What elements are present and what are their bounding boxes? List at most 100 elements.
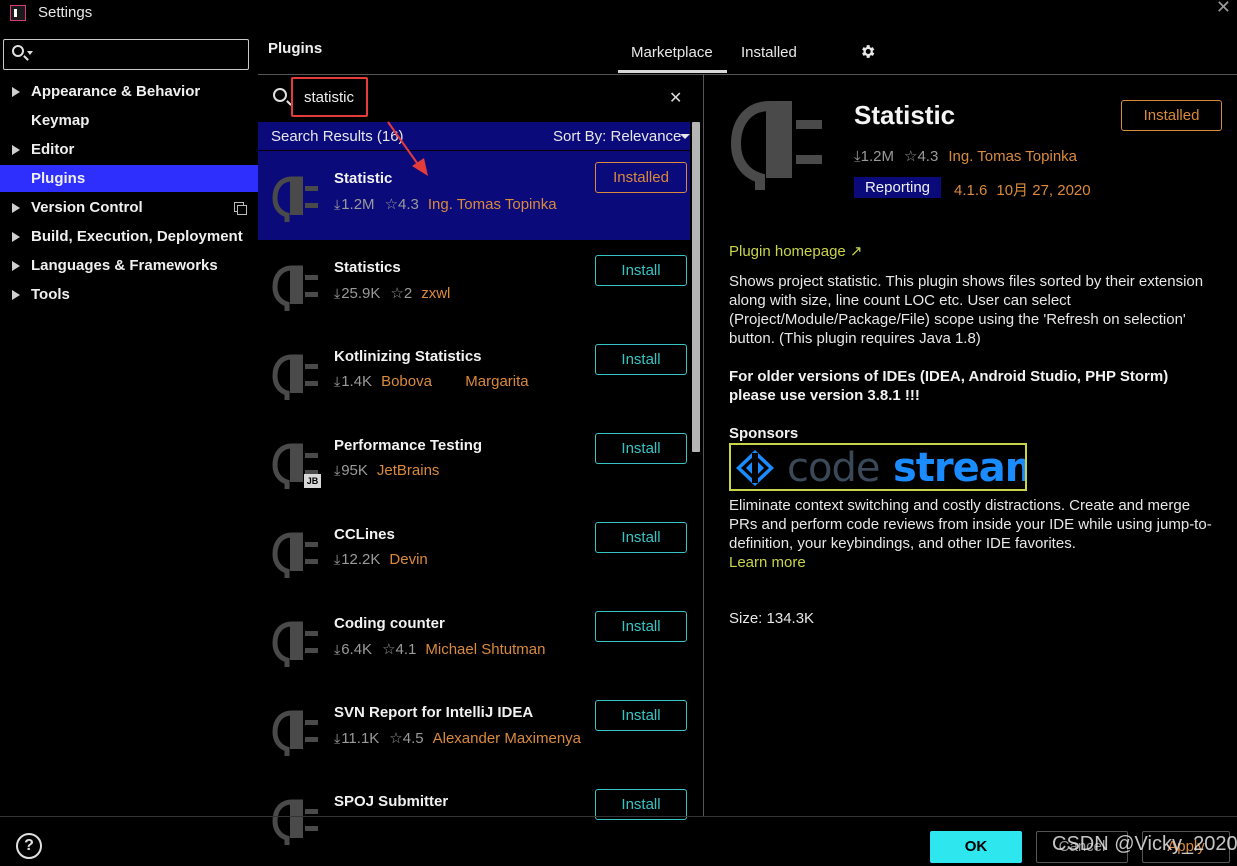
learn-more-link[interactable]: Learn more bbox=[729, 554, 806, 571]
download-count: ⤓12.2K bbox=[334, 551, 381, 568]
plugin-list-item[interactable]: Statistics ⤓25.9K ☆2 zxwl Install bbox=[258, 240, 690, 329]
install-button[interactable]: Install bbox=[595, 611, 687, 642]
version-number: 4.1.6 bbox=[954, 182, 988, 199]
sidebar-item-build-execution-deployment[interactable]: Build, Execution, Deployment bbox=[0, 223, 258, 250]
install-button[interactable]: Install bbox=[595, 522, 687, 553]
plugin-plug-icon bbox=[272, 354, 318, 400]
install-button[interactable]: Install bbox=[595, 433, 687, 464]
plugin-vendor: Bobova Margarita bbox=[381, 373, 529, 390]
plugin-vendor: Alexander Maximenya bbox=[432, 730, 582, 747]
version-info: 4.1.6 10月 27, 2020 bbox=[954, 179, 1091, 200]
sidebar-item-label: Plugins bbox=[31, 170, 86, 187]
sidebar-item-tools[interactable]: Tools bbox=[0, 281, 258, 308]
plugin-list-item[interactable]: Kotlinizing Statistics ⤓1.4K Bobova Margar… bbox=[258, 329, 690, 418]
plugin-vendor: zxwl bbox=[421, 285, 451, 302]
sidebar-item-version-control[interactable]: Version Control bbox=[0, 194, 258, 221]
sidebar-item-label: Appearance & Behavior bbox=[31, 83, 201, 100]
sponsor-banner[interactable]: code stream bbox=[729, 443, 1027, 491]
download-count: ⤓6.4K bbox=[334, 641, 373, 658]
install-button[interactable]: Install bbox=[595, 255, 687, 286]
plugin-plug-icon bbox=[272, 621, 318, 667]
plugin-list-item[interactable]: SVN Report for IntelliJ IDEA ⤓11.1K ☆4.5 Al… bbox=[258, 685, 690, 774]
chevron-down-icon[interactable] bbox=[680, 134, 690, 139]
plugin-homepage-link[interactable]: Plugin homepage ↗ bbox=[729, 242, 863, 260]
sidebar-item-plugins[interactable]: Plugins bbox=[0, 165, 258, 192]
category-tag[interactable]: Reporting bbox=[854, 177, 941, 198]
panel-divider bbox=[703, 75, 704, 816]
dialog-footer: ? OK Cancel Apply CSDN @Vicky_2020 bbox=[0, 816, 1237, 866]
header-divider bbox=[258, 74, 1237, 75]
install-button[interactable]: Install bbox=[595, 700, 687, 731]
chevron-right-icon[interactable] bbox=[12, 145, 20, 155]
plugin-search-input[interactable]: statistic bbox=[304, 89, 354, 106]
download-icon: ⤓ bbox=[334, 462, 341, 478]
plugin-list-item[interactable]: JB Performance Testing ⤓95K JetBrains Instal… bbox=[258, 418, 690, 507]
plugin-name: SPOJ Submitter bbox=[334, 793, 449, 810]
gear-icon[interactable] bbox=[859, 43, 876, 60]
tab-marketplace[interactable]: Marketplace bbox=[631, 44, 713, 61]
detail-installed-button[interactable]: Installed bbox=[1121, 100, 1222, 131]
download-count: ⤓25.9K bbox=[334, 285, 381, 302]
plugin-plug-icon bbox=[272, 710, 318, 756]
plugin-name: CCLines bbox=[334, 526, 395, 543]
settings-search-input[interactable] bbox=[3, 39, 249, 70]
chevron-right-icon[interactable] bbox=[12, 290, 20, 300]
watermark: CSDN @Vicky_2020 bbox=[1052, 833, 1237, 855]
sidebar-item-editor[interactable]: Editor bbox=[0, 136, 258, 163]
sidebar-item-label: Tools bbox=[31, 286, 70, 303]
settings-sidebar: Appearance & Behavior Keymap Editor Plugins… bbox=[0, 26, 258, 816]
plugin-name: Coding counter bbox=[334, 615, 445, 632]
sidebar-item-keymap[interactable]: Keymap bbox=[0, 107, 258, 134]
page-title: Plugins bbox=[268, 40, 323, 57]
chevron-right-icon[interactable] bbox=[12, 203, 20, 213]
ok-button[interactable]: OK bbox=[930, 831, 1022, 863]
rating: ☆4.3 bbox=[384, 196, 419, 213]
plugin-plug-icon bbox=[272, 265, 318, 311]
install-button[interactable]: Install bbox=[595, 344, 687, 375]
sort-dropdown[interactable]: Sort By: Relevance bbox=[553, 128, 681, 145]
plugin-meta: ⤓11.1K ☆4.5 Alexander Maximenya bbox=[334, 729, 581, 747]
plugin-name: Kotlinizing Statistics bbox=[334, 348, 482, 365]
plugin-list-item[interactable]: CCLines ⤓12.2K Devin Install bbox=[258, 507, 690, 596]
rating: ☆2 bbox=[390, 285, 413, 302]
plugin-list-item[interactable]: Coding counter ⤓6.4K ☆4.1 Michael Shtutman I… bbox=[258, 596, 690, 685]
chevron-down-icon bbox=[27, 51, 33, 55]
plugin-plug-icon bbox=[272, 176, 318, 222]
detail-plugin-name: Statistic bbox=[854, 100, 956, 130]
sidebar-item-label: Keymap bbox=[31, 112, 90, 129]
plugin-list-item[interactable]: Statistic ⤓1.2M ☆4.3 Ing. Tomas Topinka Inst… bbox=[258, 151, 690, 240]
plugin-meta: ⤓95K JetBrains bbox=[334, 462, 439, 479]
download-count: ⤓11.1K bbox=[334, 730, 380, 747]
download-count: ⤓1.2M bbox=[854, 148, 894, 165]
tab-installed[interactable]: Installed bbox=[741, 44, 797, 61]
plugin-meta: ⤓1.2M ☆4.3 Ing. Tomas Topinka bbox=[334, 195, 557, 213]
plugin-meta: ⤓12.2K Devin bbox=[334, 551, 428, 568]
download-icon: ⤓ bbox=[334, 641, 341, 657]
close-window-icon[interactable]: ✕ bbox=[1216, 0, 1231, 18]
plugin-list-scrollbar[interactable] bbox=[690, 122, 702, 816]
scrollbar-thumb[interactable] bbox=[692, 122, 700, 452]
detail-vendor[interactable]: Ing. Tomas Topinka bbox=[948, 148, 1077, 165]
sponsor-text: Eliminate context switching and costly d… bbox=[729, 497, 1212, 552]
plugin-vendor: Michael Shtutman bbox=[425, 641, 546, 658]
search-icon bbox=[12, 45, 24, 57]
plugin-vendor: Devin bbox=[389, 551, 428, 568]
plugin-meta: ⤓25.9K ☆2 zxwl bbox=[334, 284, 450, 302]
plugin-name: SVN Report for IntelliJ IDEA bbox=[334, 704, 534, 721]
plugin-name: Statistics bbox=[334, 259, 401, 276]
download-icon: ⤓ bbox=[334, 196, 341, 212]
sidebar-item-appearance-behavior[interactable]: Appearance & Behavior bbox=[0, 78, 258, 105]
plugin-plug-icon bbox=[730, 101, 822, 190]
chevron-right-icon[interactable] bbox=[12, 87, 20, 97]
sponsor-logo-word-code: code bbox=[787, 445, 880, 491]
installed-button[interactable]: Installed bbox=[595, 162, 687, 193]
plugin-meta: ⤓6.4K ☆4.1 Michael Shtutman bbox=[334, 640, 545, 658]
help-button[interactable]: ? bbox=[16, 833, 42, 859]
sidebar-item-languages-frameworks[interactable]: Languages & Frameworks bbox=[0, 252, 258, 279]
intellij-app-icon bbox=[10, 5, 26, 21]
chevron-right-icon[interactable] bbox=[12, 232, 20, 242]
download-icon: ⤓ bbox=[334, 730, 341, 746]
version-note: For older versions of IDEs (IDEA, Androi… bbox=[729, 368, 1169, 404]
chevron-right-icon[interactable] bbox=[12, 261, 20, 271]
clear-search-icon[interactable]: ✕ bbox=[669, 88, 682, 108]
